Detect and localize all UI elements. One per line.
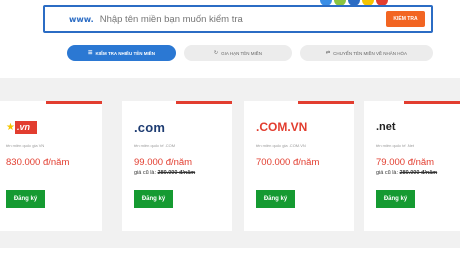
domain-search-input[interactable] xyxy=(99,13,360,25)
logo-text: .net xyxy=(376,121,396,133)
old-price-label: giá cũ là: xyxy=(376,170,399,176)
old-price-label: giá cũ là: xyxy=(134,170,157,176)
net-logo: .net xyxy=(376,120,396,134)
card-description: tên miền quốc gia VN xyxy=(6,143,45,148)
logo-text: .vn xyxy=(15,120,37,134)
domain-card-net: .net tên miền quốc tế .Net 79.000 đ/năm … xyxy=(364,101,460,231)
com-logo: .com xyxy=(134,119,166,135)
footer-strip xyxy=(0,248,460,256)
card-price: 79.000 đ/năm xyxy=(376,157,435,168)
header-area: www. KIỂM TRA ☰ KIỂM TRA NHIỀU TÊN MIỀN … xyxy=(0,0,460,78)
logo-text: .COM.VN xyxy=(256,120,308,134)
domain-action-tabs: ☰ KIỂM TRA NHIỀU TÊN MIỀN ↻ GIA HẠN TÊN … xyxy=(0,45,460,61)
card-price: 700.000 đ/năm xyxy=(256,157,320,168)
tab-renew[interactable]: ↻ GIA HẠN TÊN MIỀN xyxy=(184,45,292,61)
tab-label: KIỂM TRA NHIỀU TÊN MIỀN xyxy=(95,50,156,56)
register-button[interactable]: Đăng ký xyxy=(6,190,45,208)
card-accent-bar xyxy=(46,101,102,104)
register-button[interactable]: Đăng ký xyxy=(256,190,295,208)
register-button[interactable]: Đăng ký xyxy=(134,190,173,208)
logo-text: .com xyxy=(134,119,166,135)
tab-multi-check[interactable]: ☰ KIỂM TRA NHIỀU TÊN MIỀN xyxy=(67,45,176,61)
tab-label: CHUYỂN TÊN MIỀN VỀ NHÂN HÒA xyxy=(333,50,408,56)
list-icon: ☰ xyxy=(87,50,93,56)
refresh-icon: ↻ xyxy=(213,50,219,56)
card-accent-bar xyxy=(404,101,460,104)
domain-card-com: .com tên miền quốc tế .COM 99.000 đ/năm … xyxy=(122,101,232,231)
card-accent-bar xyxy=(176,101,232,104)
star-icon: ★ xyxy=(6,121,15,133)
check-domain-button[interactable]: KIỂM TRA xyxy=(386,11,425,27)
domain-card-comvn: .COM.VN tên miền quốc gia .COM.VN 700.00… xyxy=(244,101,354,231)
comvn-logo: .COM.VN xyxy=(256,120,307,134)
card-description: tên miền quốc tế .COM xyxy=(134,143,176,148)
card-old-price: giá cũ là: 280.000 đ/năm xyxy=(376,170,437,176)
domain-search-box: www. KIỂM TRA xyxy=(43,5,433,33)
card-old-price: giá cũ là: 280.000 đ/năm xyxy=(134,170,195,176)
www-prefix: www. xyxy=(69,14,94,24)
transfer-icon: ⇄ xyxy=(325,50,331,56)
card-accent-bar xyxy=(298,101,354,104)
old-price-value: 280.000 đ/năm xyxy=(399,170,438,176)
card-price: 99.000 đ/năm xyxy=(134,157,193,168)
vn-logo: ★ .vn xyxy=(6,120,38,134)
tab-label: GIA HẠN TÊN MIỀN xyxy=(221,50,263,56)
register-button[interactable]: Đăng ký xyxy=(376,190,415,208)
tab-transfer[interactable]: ⇄ CHUYỂN TÊN MIỀN VỀ NHÂN HÒA xyxy=(300,45,433,61)
card-price: 830.000 đ/năm xyxy=(6,157,70,168)
domain-card-vn: ★ .vn tên miền quốc gia VN 830.000 đ/năm… xyxy=(0,101,102,231)
card-description: tên miền quốc tế .Net xyxy=(376,143,415,148)
card-description: tên miền quốc gia .COM.VN xyxy=(256,143,306,148)
old-price-value: 280.000 đ/năm xyxy=(157,170,196,176)
